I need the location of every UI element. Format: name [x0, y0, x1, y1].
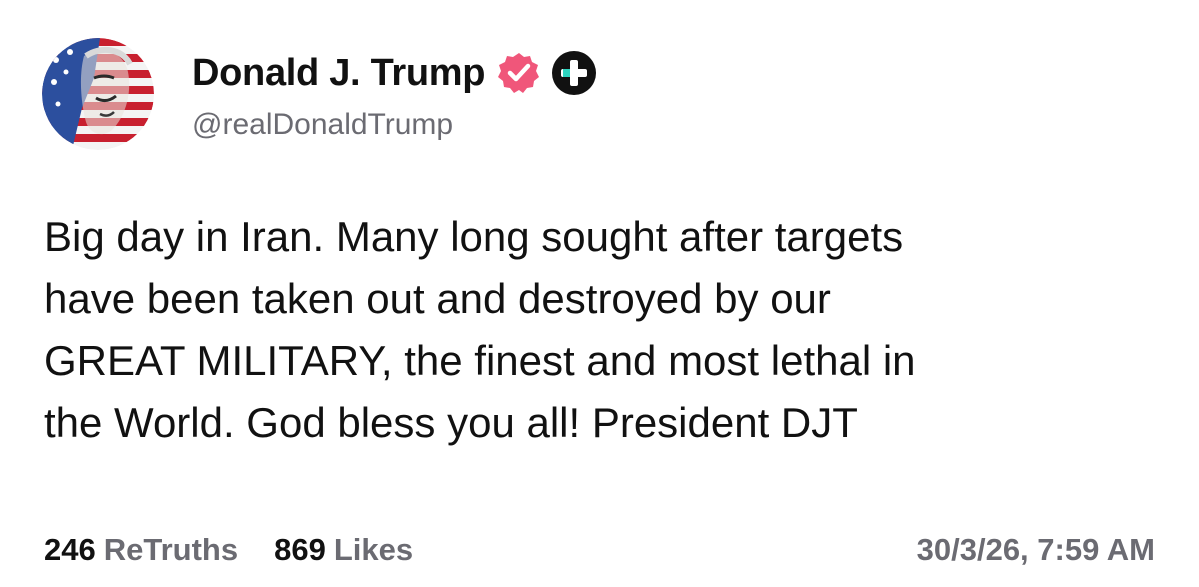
retruths-label: ReTruths: [103, 532, 239, 567]
flag-portrait-avatar-icon: [42, 38, 154, 150]
retruths-count: 246: [44, 532, 96, 567]
retruths-stat[interactable]: 246 ReTruths: [44, 532, 238, 568]
likes-label: Likes: [333, 532, 414, 567]
post-card: Donald J. Trump @realDonaldTrump Big day…: [0, 0, 1199, 587]
likes-count: 869: [274, 532, 326, 567]
post-line: GREAT MILITARY, the finest and most leth…: [44, 337, 916, 384]
likes-stat[interactable]: 869 Likes: [274, 532, 413, 568]
post-footer: 246 ReTruths 869 Likes 30/3/26, 7:59 AM: [44, 530, 1155, 570]
author-name-row: Donald J. Trump: [192, 46, 597, 100]
post-line: Big day in Iran. Many long sought after …: [44, 213, 904, 260]
author-display-name[interactable]: Donald J. Trump: [192, 52, 486, 95]
author-handle[interactable]: @realDonaldTrump: [192, 108, 453, 142]
post-body: Big day in Iran. Many long sought after …: [44, 206, 1164, 454]
post-line: the World. God bless you all! President …: [44, 399, 858, 446]
post-line: have been taken out and destroyed by our: [44, 275, 831, 322]
verified-badge-icon: [497, 51, 541, 95]
plus-badge-icon: [551, 50, 597, 96]
post-timestamp[interactable]: 30/3/26, 7:59 AM: [917, 532, 1155, 568]
avatar[interactable]: [42, 38, 154, 150]
